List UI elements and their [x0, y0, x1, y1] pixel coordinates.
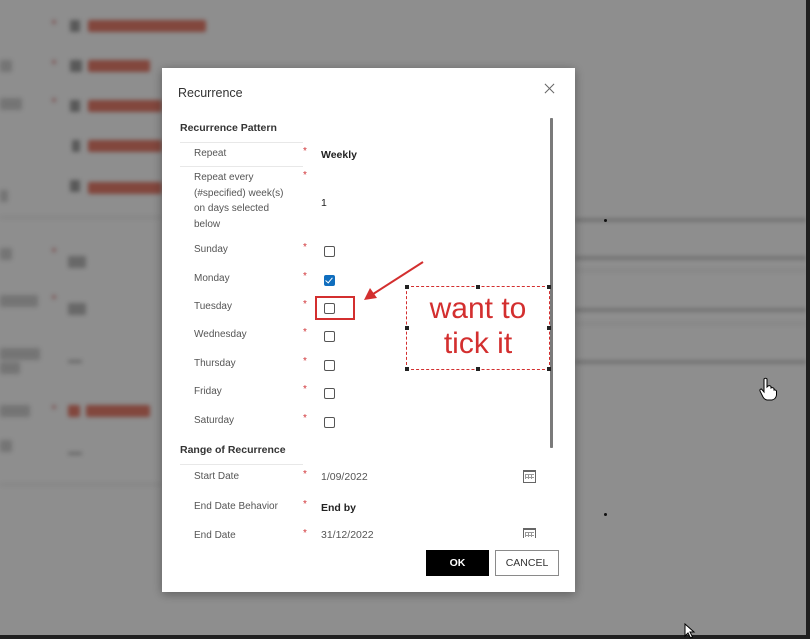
- bg-dot: [604, 219, 607, 222]
- hand-cursor-icon: [759, 377, 777, 401]
- repeat-value[interactable]: Weekly: [321, 149, 357, 161]
- thursday-checkbox[interactable]: [324, 360, 335, 371]
- repeat-every-value[interactable]: 1: [321, 197, 327, 209]
- resize-handle: [476, 285, 480, 289]
- required-marker: *: [303, 271, 307, 282]
- wednesday-checkbox[interactable]: [324, 331, 335, 342]
- tuesday-label: Tuesday: [194, 301, 232, 312]
- annotation-text-line1: want to: [429, 292, 527, 325]
- resize-handle: [547, 326, 551, 330]
- thursday-label: Thursday: [194, 358, 236, 369]
- friday-label: Friday: [194, 386, 222, 397]
- sunday-label: Sunday: [194, 244, 228, 255]
- field-separator: [180, 142, 303, 143]
- repeat-every-label: Repeat every (#specified) week(s) on day…: [194, 172, 284, 230]
- window-edge: [806, 0, 810, 639]
- start-date-input[interactable]: 1/09/2022: [321, 471, 368, 483]
- bg-dot: [604, 513, 607, 516]
- resize-handle: [476, 367, 480, 371]
- repeat-label: Repeat: [194, 148, 227, 159]
- friday-checkbox[interactable]: [324, 388, 335, 399]
- required-marker: *: [303, 299, 307, 310]
- end-date-input[interactable]: 31/12/2022: [321, 529, 374, 538]
- end-date-behavior-value[interactable]: End by: [321, 502, 356, 514]
- wednesday-label: Wednesday: [194, 329, 247, 340]
- required-marker: *: [303, 499, 307, 510]
- annotation-highlight-box: [315, 296, 355, 320]
- close-icon[interactable]: [543, 82, 557, 96]
- arrow-cursor-icon: [684, 623, 696, 639]
- resize-handle: [547, 285, 551, 289]
- sunday-checkbox[interactable]: [324, 246, 335, 257]
- field-separator: [180, 464, 303, 465]
- required-marker: *: [303, 356, 307, 367]
- cancel-button[interactable]: CANCEL: [495, 550, 559, 576]
- end-date-label: End Date: [194, 530, 236, 538]
- annotation-text-line2: tick it: [443, 327, 513, 360]
- resize-handle: [405, 326, 409, 330]
- monday-label: Monday: [194, 273, 230, 284]
- resize-handle: [405, 285, 409, 289]
- field-separator: [180, 166, 303, 167]
- annotation-note: want to tick it: [405, 285, 551, 371]
- monday-checkbox[interactable]: [324, 275, 335, 286]
- end-date-behavior-label: End Date Behavior: [194, 501, 278, 512]
- start-date-label: Start Date: [194, 471, 240, 482]
- saturday-checkbox[interactable]: [324, 417, 335, 428]
- required-marker: *: [303, 469, 307, 480]
- section-range-of-recurrence: Range of Recurrence: [180, 444, 286, 456]
- required-marker: *: [303, 528, 307, 538]
- required-marker: *: [303, 170, 307, 181]
- calendar-icon[interactable]: [523, 528, 536, 538]
- saturday-label: Saturday: [194, 415, 235, 426]
- required-marker: *: [303, 327, 307, 338]
- required-marker: *: [303, 384, 307, 395]
- resize-handle: [547, 367, 551, 371]
- resize-handle: [405, 367, 409, 371]
- ok-button[interactable]: OK: [426, 550, 489, 576]
- calendar-icon[interactable]: [523, 470, 536, 483]
- required-marker: *: [303, 413, 307, 424]
- required-marker: *: [303, 146, 307, 157]
- annotation-text: want to tick it: [407, 291, 549, 361]
- required-marker: *: [303, 242, 307, 253]
- section-recurrence-pattern: Recurrence Pattern: [180, 122, 277, 134]
- scrollbar-thumb[interactable]: [550, 118, 553, 448]
- dialog-title: Recurrence: [178, 86, 243, 100]
